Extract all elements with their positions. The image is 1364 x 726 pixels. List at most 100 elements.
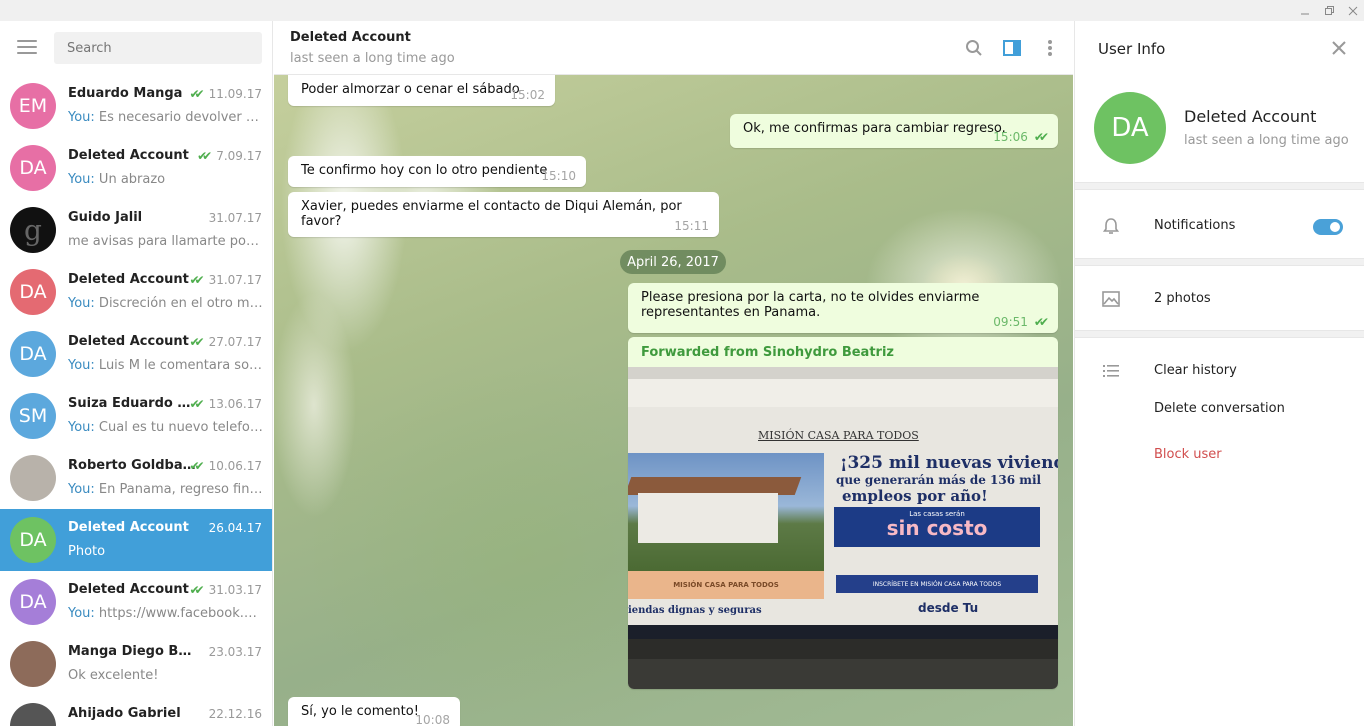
chat-list-item[interactable]: DA Deleted Account ✔✔ 7.09.17 You: Un abrazo	[0, 137, 272, 199]
chat-name: Suiza Eduardo Manga	[68, 396, 198, 411]
preview-text: me avisas para llamarte por fa	[68, 234, 264, 249]
photo-house-image	[628, 453, 824, 571]
search-input[interactable]	[54, 32, 262, 64]
user-name: Deleted Account	[1184, 107, 1317, 126]
photos-row[interactable]: 2 photos	[1075, 281, 1364, 317]
minimize-icon[interactable]	[1294, 0, 1316, 21]
preview-text: Discreción en el otro medio.	[94, 296, 264, 311]
photo-browser-bar	[628, 367, 1058, 379]
chat-list-item[interactable]: DA Deleted Account ✔✔ 31.03.17 You: https://…	[0, 571, 272, 633]
chat-date: 31.07.17	[209, 211, 262, 225]
photo-monitor-bezel	[628, 639, 1058, 659]
notifications-row[interactable]: Notifications	[1075, 208, 1364, 244]
maximize-icon[interactable]	[1318, 0, 1340, 21]
list-icon	[1101, 361, 1121, 381]
message-text: Xavier, puedes enviarme el contacto de D…	[301, 199, 682, 229]
message-outgoing[interactable]: Please presiona por la carta, no te olvi…	[628, 283, 1058, 333]
avatar: DA	[10, 579, 56, 625]
chat-name: Eduardo Manga	[68, 86, 183, 101]
chat-list-item[interactable]: DA Deleted Account ✔✔ 31.07.17 You: Discreci…	[0, 261, 272, 323]
message-incoming[interactable]: Xavier, puedes enviarme el contacto de D…	[288, 192, 719, 237]
photo-band: MISIÓN CASA PARA TODOS	[628, 571, 824, 599]
chat-preview: me avisas para llamarte por fa	[68, 234, 264, 249]
message-incoming[interactable]: Poder almorzar o cenar el sábado 15:02	[288, 75, 555, 106]
chat-date-text: 22.12.16	[208, 707, 262, 721]
photo-cta: INSCRÍBETE EN MISIÓN CASA PARA TODOS	[836, 575, 1038, 593]
chat-list-item[interactable]: Manga Diego Barreiro 23.03.17 Ok excelente…	[0, 633, 272, 695]
chat-name: Roberto Goldbaum Solis	[68, 458, 198, 473]
photo-line2: que generarán más de 136 mil	[836, 473, 1042, 487]
chat-status: last seen a long time ago	[290, 51, 455, 66]
avatar: DA	[10, 517, 56, 563]
more-options-icon[interactable]	[1039, 37, 1061, 59]
message-incoming[interactable]: Te confirmo hoy con lo otro pendiente 15…	[288, 156, 586, 187]
chat-list-sidebar: EM Eduardo Manga ✔✔ 11.09.17 You: Es necesar…	[0, 21, 273, 726]
preview-text: Un abrazo	[94, 172, 166, 187]
close-icon[interactable]	[1330, 39, 1348, 57]
avatar: DA	[10, 145, 56, 191]
preview-text: Ok excelente!	[68, 668, 159, 683]
close-window-icon[interactable]	[1342, 0, 1364, 21]
chat-date-text: 26.04.17	[208, 521, 262, 535]
chat-messages[interactable]: Poder almorzar o cenar el sábado 15:02 O…	[274, 75, 1073, 726]
message-incoming[interactable]: Sí, yo le comento! 10:08	[288, 697, 460, 726]
sidebar-toggle-icon[interactable]	[1001, 37, 1023, 59]
photo-house-body	[638, 493, 778, 543]
preview-text: Luis M le comentara sobre el tema	[98, 358, 264, 373]
clear-history-button[interactable]: Clear history	[1154, 363, 1237, 378]
avatar[interactable]: DA	[1094, 92, 1166, 164]
user-info-panel: User Info DA Deleted Account last seen a…	[1074, 21, 1364, 726]
photo-attachment[interactable]: MISIÓN CASA PARA TODOS MISIÓN CASA PARA …	[628, 367, 1058, 689]
you-label: You:	[68, 296, 95, 311]
chat-list-item[interactable]: Ahijado Gabriel 22.12.16	[0, 695, 272, 726]
forwarded-photo-message[interactable]: Forwarded from Sinohydro Beatriz MISIÓN …	[628, 337, 1058, 689]
chat-date: 23.03.17	[209, 645, 262, 659]
read-check-icon: ✔✔	[189, 583, 204, 597]
message-text: Please presiona por la carta, no te olvi…	[641, 290, 980, 320]
chat-name: Manga Diego Barreiro	[68, 644, 198, 659]
search-icon[interactable]	[963, 37, 985, 59]
photo-costo-big: sin costo	[886, 516, 988, 540]
message-time: 10:08	[415, 713, 450, 726]
chat-title[interactable]: Deleted Account	[290, 30, 411, 45]
avatar	[10, 703, 56, 726]
chat-preview: You: Discreción en el otro medio.	[68, 296, 264, 311]
block-user-button[interactable]: Block user	[1154, 447, 1222, 462]
chat-date-text: 13.06.17	[208, 397, 262, 411]
chat-date-text: 11.09.17	[208, 87, 262, 101]
chat-name: Ahijado Gabriel	[68, 706, 181, 721]
clear-history-row[interactable]: Clear history	[1075, 353, 1364, 389]
user-status: last seen a long time ago	[1184, 133, 1349, 148]
chat-preview: Ok excelente!	[68, 668, 264, 683]
chat-list-item[interactable]: DA Deleted Account ✔✔ 27.07.17 You: Luis M l…	[0, 323, 272, 385]
read-check-icon: ✔✔	[189, 459, 204, 473]
chat-list-item[interactable]: DA Deleted Account 26.04.17 Photo	[0, 509, 272, 571]
chat-list-item[interactable]: EM Eduardo Manga ✔✔ 11.09.17 You: Es necesar…	[0, 75, 272, 137]
read-check-icon: ✔✔	[189, 397, 204, 411]
you-label: You:	[68, 482, 95, 497]
you-label: You:	[68, 172, 95, 187]
notifications-toggle[interactable]	[1313, 219, 1343, 235]
chat-date: 22.12.16	[209, 707, 262, 721]
bell-icon	[1101, 216, 1121, 236]
you-label: You:	[68, 358, 95, 373]
message-text: Sí, yo le comento!	[301, 704, 419, 719]
photo-bottom1: iendas dignas y seguras	[628, 605, 762, 616]
photo-content: MISIÓN CASA PARA TODOS MISIÓN CASA PARA …	[628, 367, 1058, 659]
photo-line3: empleos por año!	[842, 487, 988, 505]
read-check-icon: ✔✔	[189, 87, 204, 101]
forwarded-from-label[interactable]: Forwarded from Sinohydro Beatriz	[641, 345, 894, 360]
message-time: 15:10	[541, 169, 576, 183]
chat-list-item[interactable]: g Guido Jalil 31.07.17 me avisas para llama…	[0, 199, 272, 261]
chat-list-item[interactable]: Roberto Goldbaum Solis✔✔ 10.06.17 You: En …	[0, 447, 272, 509]
menu-icon[interactable]	[17, 40, 37, 56]
message-outgoing[interactable]: Ok, me confirmas para cambiar regreso. 1…	[730, 114, 1058, 148]
delete-conversation-button[interactable]: Delete conversation	[1154, 401, 1285, 416]
chat-preview: You: En Panama, regreso finales de junio	[68, 482, 264, 497]
read-check-icon: ✔✔	[189, 273, 204, 287]
chat-name: Deleted Account	[68, 334, 189, 349]
chat-date-text: 23.03.17	[208, 645, 262, 659]
preview-text: Cual es tu nuevo telefono.	[94, 420, 264, 435]
chat-list-item[interactable]: SM Suiza Eduardo Manga✔✔ 13.06.17 You: Cual…	[0, 385, 272, 447]
photo-site-nav	[628, 379, 1058, 407]
